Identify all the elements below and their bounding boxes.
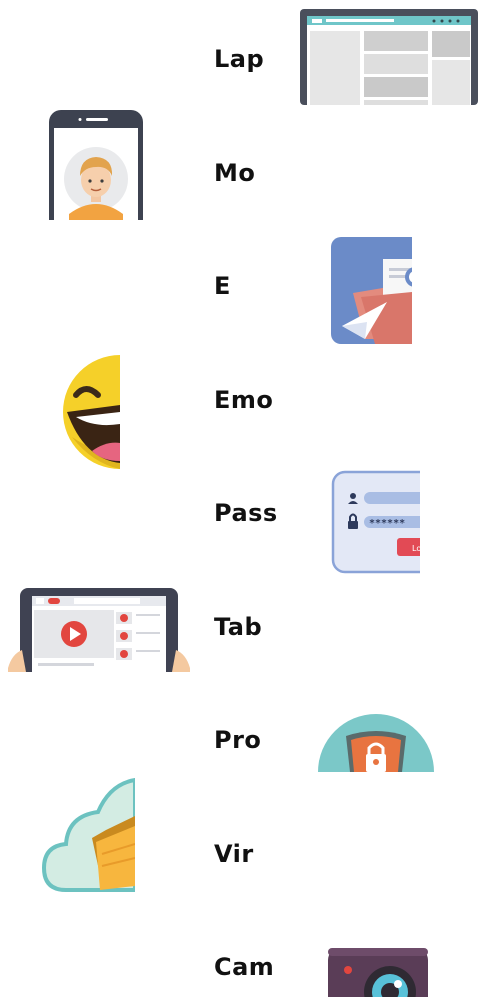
label-mo: Mo [214,159,256,187]
virtual-cloud-icon [42,776,135,893]
label-e: E [214,272,231,300]
label-tab: Tab [214,613,263,641]
tablet-icon [8,588,190,672]
label-pass: Pass [214,499,278,527]
mobile-icon [49,110,143,220]
password-icon: ****** Lo [331,470,420,574]
label-emo: Emo [214,386,274,414]
login-button-text: Lo [412,544,420,553]
password-mask: ****** [369,518,405,529]
label-cam: Cam [214,953,275,981]
emoji-icon [62,355,120,470]
label-vir: Vir [214,840,254,868]
laptop-icon [300,9,478,105]
label-pro: Pro [214,726,262,754]
camera-icon [328,948,428,997]
label-lap: Lap [214,45,265,73]
protection-icon [318,710,434,772]
email-icon [331,237,412,344]
